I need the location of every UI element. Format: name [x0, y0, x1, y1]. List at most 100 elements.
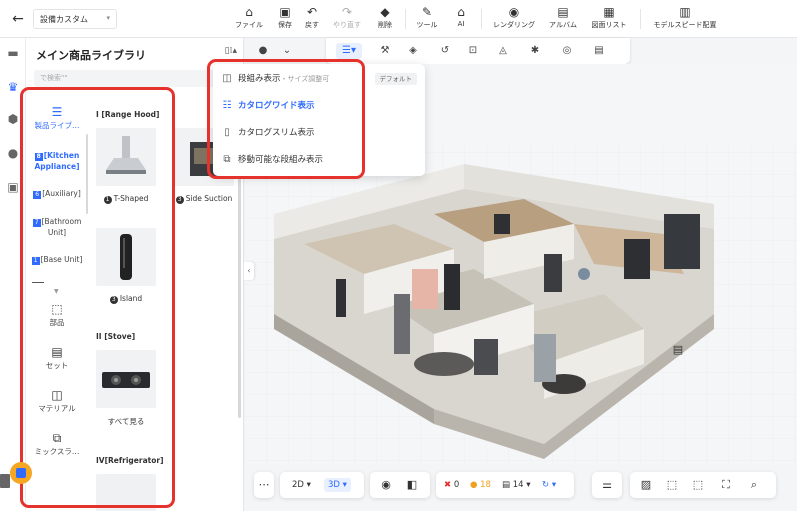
- library-title: メイン商品ライブラリ: [36, 49, 146, 62]
- category-product-library[interactable]: ☰ 製品ライブ…: [30, 104, 84, 131]
- sync-button[interactable]: ↻ ▾: [542, 478, 556, 492]
- category-kitchen-appliance[interactable]: 8 [Kitchen Appliance]: [30, 150, 84, 172]
- delete-button[interactable]: ◆ 削除: [370, 4, 400, 34]
- section-title: IV[Refrigerator]: [96, 456, 164, 465]
- tool-mix[interactable]: ⧉ ミックスラ…: [30, 430, 84, 457]
- warning-icon: ●: [470, 480, 478, 490]
- measure-icon[interactable]: ◬: [492, 43, 514, 59]
- person-icon[interactable]: ●: [252, 43, 274, 59]
- tool-set[interactable]: ▤ セット: [30, 344, 84, 371]
- category-base-unit[interactable]: 1 [Base Unit]: [30, 254, 84, 265]
- product-card-stove[interactable]: すべて見る: [94, 350, 158, 427]
- panel-collapse-handle[interactable]: ‹: [244, 262, 254, 280]
- chevron-down-icon: ▾: [106, 14, 110, 22]
- view-2d-toggle[interactable]: 2D ▾: [292, 478, 311, 492]
- redo-icon: ↷: [341, 5, 353, 19]
- product-card-island[interactable]: 3 Island: [94, 228, 158, 304]
- catalog-wide-icon: ☷: [222, 100, 232, 111]
- view-3d-toggle[interactable]: 3D ▾: [324, 478, 351, 492]
- dropdown-item-columns[interactable]: ◫ 段組み表示・サイズ調整可 デフォルト: [221, 68, 421, 90]
- error-count[interactable]: ✖ 0: [444, 478, 459, 492]
- assistant-icon[interactable]: [10, 462, 32, 484]
- category-scrollbar[interactable]: [86, 134, 88, 214]
- focus-frame-icon[interactable]: ⛶: [718, 477, 734, 493]
- bus-icon[interactable]: ▣: [4, 178, 22, 196]
- catalog-view-icon[interactable]: ☰▾: [336, 43, 362, 59]
- tools-menu-button[interactable]: ✎ ツール: [411, 4, 443, 34]
- toolbar-divider: [481, 9, 482, 29]
- redo-button[interactable]: ↷ やり直す: [329, 4, 365, 34]
- album-button[interactable]: ▤ アルバム: [546, 4, 580, 34]
- secondary-toolbar-left: ● ⌄: [244, 38, 302, 62]
- project-selector[interactable]: 設備カスタム ▾: [33, 9, 117, 29]
- product-card-refrigerator[interactable]: [94, 474, 158, 511]
- toolbar-divider: [405, 9, 406, 29]
- rotate-icon[interactable]: ↺: [434, 43, 456, 59]
- category-divider: [32, 282, 44, 283]
- brush-icon[interactable]: ⚒: [374, 43, 396, 59]
- mix-icon: ⧉: [52, 431, 62, 445]
- crown-icon[interactable]: ♛: [4, 78, 22, 96]
- paint-bucket-icon[interactable]: ◈: [402, 43, 424, 59]
- dropdown-item-catalog-wide[interactable]: ☷ カタログワイド表示: [221, 95, 421, 117]
- left-rail: ▬ ♛ ⬢ ● ▣: [0, 38, 26, 511]
- tool-parts[interactable]: ⬚ 部品: [30, 301, 84, 328]
- eraser-icon: ◆: [380, 5, 390, 19]
- home-icon: ⌂: [245, 5, 253, 19]
- refrigerator-image: [96, 474, 156, 511]
- settings-icon[interactable]: ✱: [524, 43, 546, 59]
- target-icon[interactable]: ◎: [556, 43, 578, 59]
- movable-columns-icon: ⧉: [223, 154, 231, 165]
- status-group: ✖ 0 ● 18 ▤ 14 ▾ ↻ ▾: [436, 472, 574, 498]
- speed-layout-icon: ▥: [679, 5, 691, 19]
- error-icon: ✖: [444, 480, 452, 490]
- product-card-t-shaped[interactable]: 1 T-Shaped: [94, 128, 158, 204]
- speed-layout-button[interactable]: ▥ モデルスピード配置: [648, 4, 722, 34]
- sync-icon: ↻: [542, 480, 550, 490]
- capture-icon[interactable]: ⬚: [690, 477, 706, 493]
- library-search-input[interactable]: で検索"": [34, 70, 236, 87]
- clipboard-icon[interactable]: ▤: [588, 43, 610, 59]
- bottom-left-icon[interactable]: [0, 474, 10, 488]
- ai-house-icon: ⌂: [457, 5, 465, 19]
- undo-button[interactable]: ↶ 戻す: [300, 4, 324, 34]
- columns-icon: ◫: [222, 73, 232, 84]
- drawing-list-button[interactable]: ▦ 図面リスト: [586, 4, 632, 34]
- screenshot-icon[interactable]: ⬚: [664, 477, 680, 493]
- tool-material[interactable]: ◫ マテリアル: [30, 387, 84, 414]
- ai-menu-button[interactable]: ⌂ AI: [447, 4, 475, 34]
- drawing-list-icon: ▦: [603, 5, 615, 19]
- undo-icon: ↶: [306, 5, 318, 19]
- category-bathroom-unit[interactable]: 7 [Bathroom Unit]: [30, 216, 84, 238]
- eye-icon[interactable]: ◉: [378, 477, 394, 493]
- document-count[interactable]: ▤ 14 ▾: [502, 478, 531, 492]
- display-group: ◉ ◧: [370, 472, 430, 498]
- zoom-search-icon[interactable]: ⌕: [746, 477, 762, 493]
- view-mode-icon[interactable]: ▯⁞▴: [225, 46, 237, 56]
- catalog-slim-icon: ▯: [224, 127, 230, 138]
- product-library-icon: ☰: [51, 105, 63, 119]
- user-icon[interactable]: ●: [4, 144, 22, 162]
- more-icon[interactable]: ⋯: [256, 477, 272, 493]
- render-button[interactable]: ◉ レンダリング: [489, 4, 539, 34]
- clipboard-icon[interactable]: ▤: [670, 343, 686, 359]
- warning-count[interactable]: ● 18: [470, 478, 491, 492]
- image-icon[interactable]: ▨: [638, 477, 654, 493]
- dropdown-item-catalog-slim[interactable]: ▯ カタログスリム表示: [221, 122, 421, 144]
- save-button[interactable]: ▣ 保存: [273, 4, 297, 34]
- focus-icon[interactable]: ⊡: [462, 43, 484, 59]
- dropdown-item-movable-columns[interactable]: ⧉ 移動可能な段組み表示: [221, 149, 421, 171]
- toolbar-divider: [640, 9, 641, 29]
- toggle-icon[interactable]: ⚌: [599, 477, 615, 493]
- arrow-left-icon[interactable]: ←: [8, 9, 28, 29]
- wrench-icon: ✎: [421, 5, 433, 19]
- sofa-icon[interactable]: ▬: [4, 44, 22, 62]
- chevron-down-icon[interactable]: ⌄: [276, 43, 298, 59]
- chevron-down-icon[interactable]: ▼: [54, 288, 59, 295]
- category-auxiliary[interactable]: 6 [Auxiliary]: [30, 188, 84, 199]
- section-title: II [Stove]: [96, 332, 136, 341]
- save-icon: ▣: [279, 5, 291, 19]
- file-menu-button[interactable]: ⌂ ファイル: [231, 4, 267, 34]
- badge-icon[interactable]: ⬢: [4, 110, 22, 128]
- cube-icon[interactable]: ◧: [404, 477, 420, 493]
